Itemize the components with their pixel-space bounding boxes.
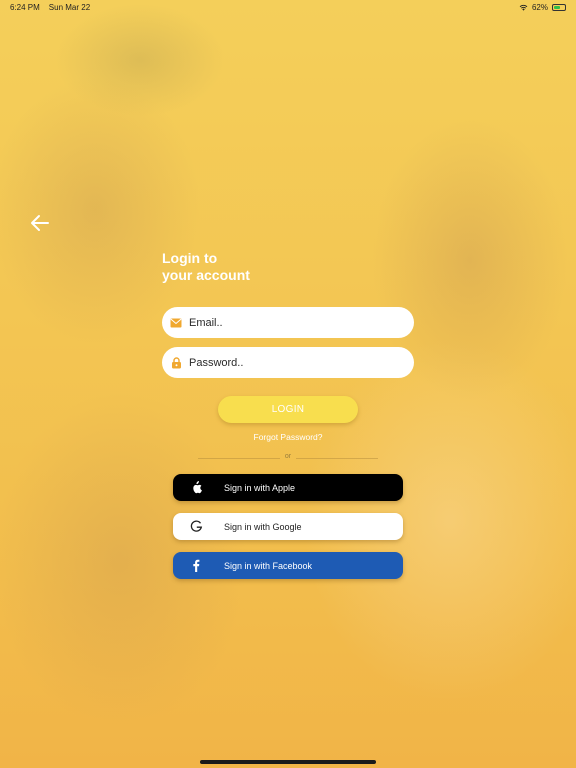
email-input[interactable] xyxy=(189,316,399,329)
facebook-icon xyxy=(188,558,204,574)
sign-in-google-button[interactable]: Sign in with Google xyxy=(173,513,403,540)
sign-in-google-label: Sign in with Google xyxy=(224,521,302,532)
envelope-icon xyxy=(170,317,182,329)
login-button[interactable]: LOGIN xyxy=(218,396,358,423)
page-title-line2: your account xyxy=(162,267,250,283)
battery-icon xyxy=(552,3,566,11)
forgot-password-link[interactable]: Forgot Password? xyxy=(218,432,358,442)
status-date: Sun Mar 22 xyxy=(48,2,91,12)
status-time: 6:24 PM xyxy=(10,2,40,12)
sign-in-apple-label: Sign in with Apple xyxy=(224,482,296,493)
sign-in-facebook-button[interactable]: Sign in with Facebook xyxy=(173,552,403,579)
sign-in-apple-button[interactable]: Sign in with Apple xyxy=(173,474,403,501)
sign-in-facebook-label: Sign in with Facebook xyxy=(224,560,313,571)
apple-icon xyxy=(188,480,204,496)
back-arrow-icon[interactable] xyxy=(30,214,50,232)
password-input[interactable] xyxy=(189,356,399,369)
or-divider: or xyxy=(198,452,378,464)
password-field[interactable] xyxy=(162,347,414,378)
divider-line-right xyxy=(296,458,378,459)
page-title-line1: Login to xyxy=(162,250,218,266)
wifi-icon xyxy=(519,4,528,11)
lock-icon xyxy=(170,356,182,369)
home-indicator[interactable] xyxy=(200,760,376,764)
google-icon xyxy=(188,519,204,535)
status-bar: 6:24 PM Sun Mar 22 62% xyxy=(0,0,576,14)
background-photo xyxy=(0,0,576,768)
email-field[interactable] xyxy=(162,307,414,338)
battery-percent: 62% xyxy=(531,2,548,12)
page-title: Login to your account xyxy=(162,250,342,284)
